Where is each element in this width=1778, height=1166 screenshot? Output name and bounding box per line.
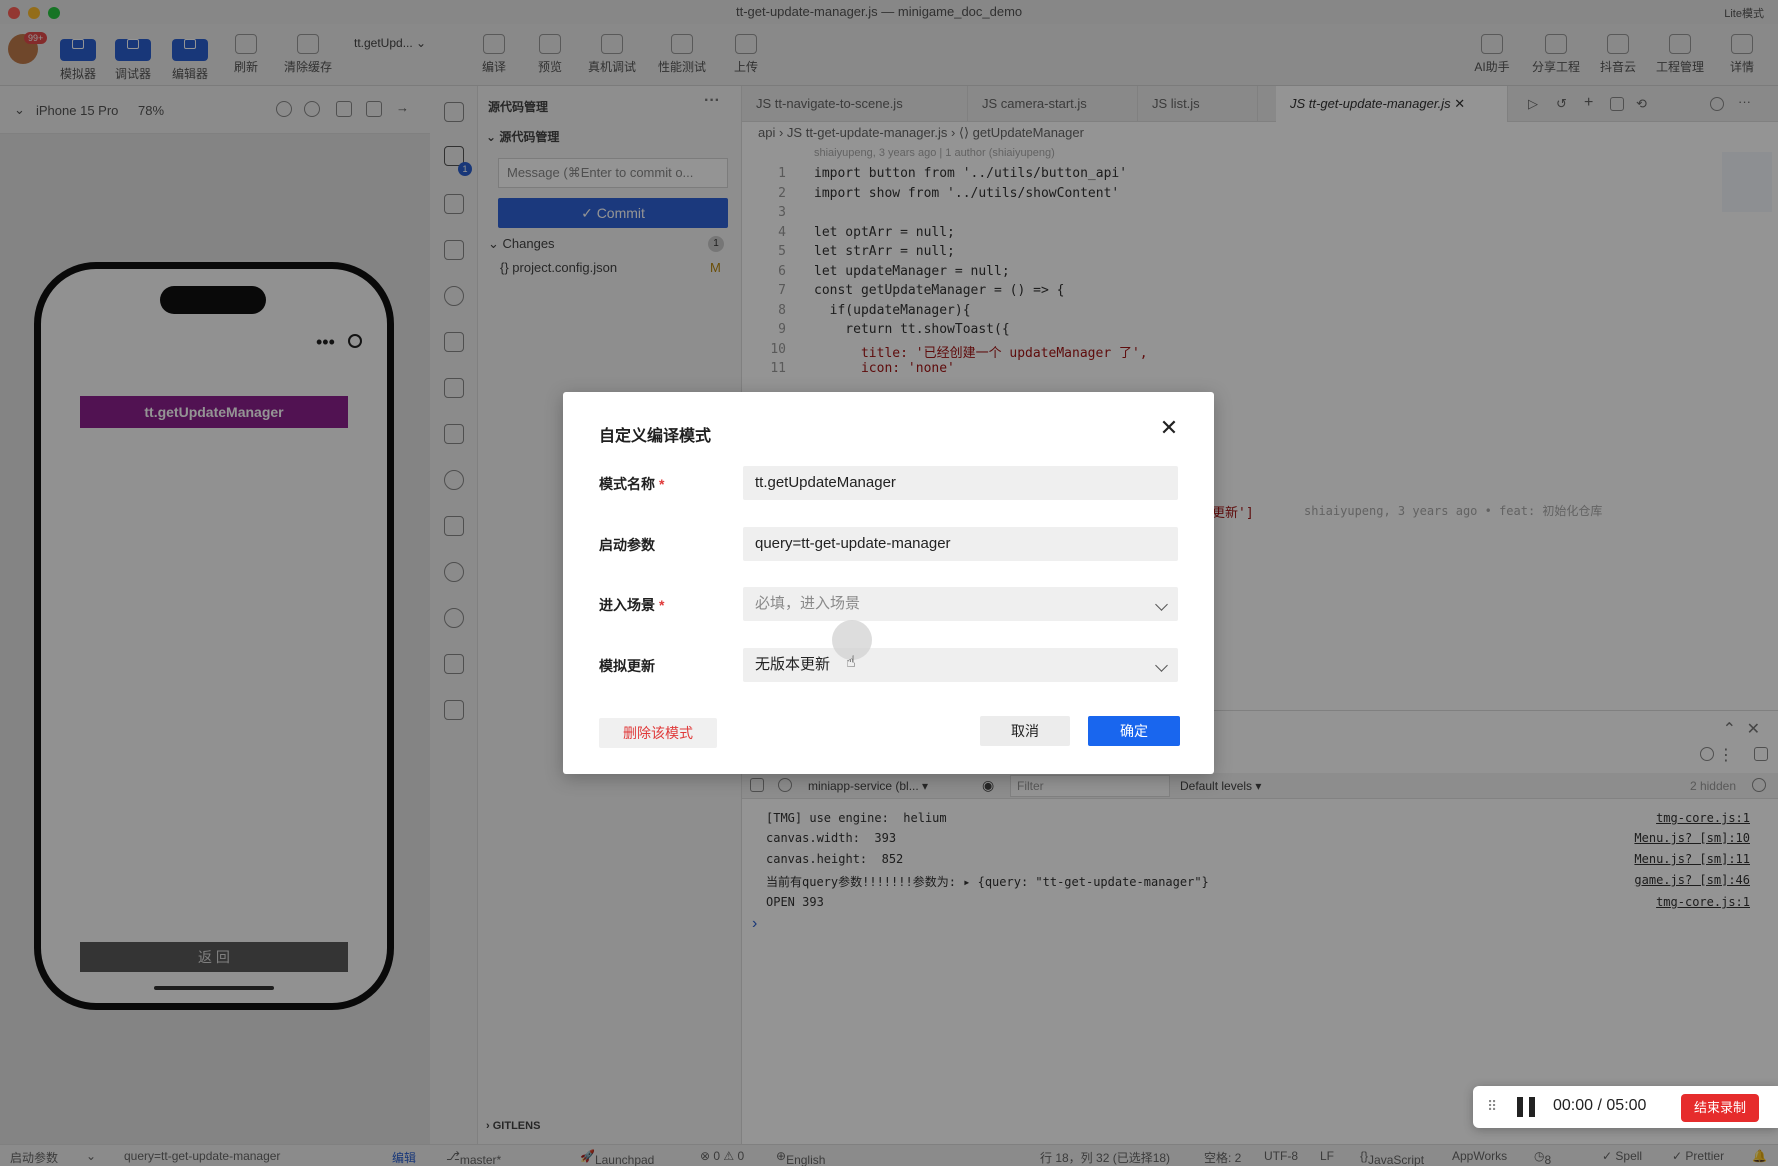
mode-name-label: 模式名称 * [599,476,665,492]
screen-recording-widget: ⠿ 00:00 / 05:00 结束录制 [1473,1086,1778,1128]
chevron-down-icon [1155,659,1168,672]
chevron-down-icon [1155,598,1168,611]
dialog-title: 自定义编译模式 [599,428,712,445]
launch-params-input[interactable]: query=tt-get-update-manager [743,527,1178,561]
pause-icon[interactable] [1517,1097,1537,1117]
stop-recording-button[interactable]: 结束录制 [1681,1094,1759,1122]
custom-compile-mode-dialog: 自定义编译模式 ✕ 模式名称 * tt.getUpdateManager 启动参数… [563,392,1214,774]
entry-scene-select[interactable]: 必填，进入场景 [743,587,1178,621]
delete-mode-button[interactable]: 删除该模式 [599,718,717,748]
recording-timer: 00:00 / 05:00 [1553,1097,1647,1114]
hand-cursor-icon: ☝ [846,654,856,671]
cancel-button[interactable]: 取消 [980,716,1070,746]
simulate-update-label: 模拟更新 [599,658,655,674]
devtools-window: tt-get-update-manager.js — minigame_doc_… [0,0,1778,1166]
launch-params-label: 启动参数 [599,537,655,553]
confirm-button[interactable]: 确定 [1088,716,1180,746]
entry-scene-label: 进入场景 * [599,597,665,613]
close-icon[interactable]: ✕ [1157,416,1181,440]
mode-name-input[interactable]: tt.getUpdateManager [743,466,1178,500]
simulate-update-select[interactable]: 无版本更新 [743,648,1178,682]
drag-handle-icon[interactable]: ⠿ [1487,1098,1497,1115]
